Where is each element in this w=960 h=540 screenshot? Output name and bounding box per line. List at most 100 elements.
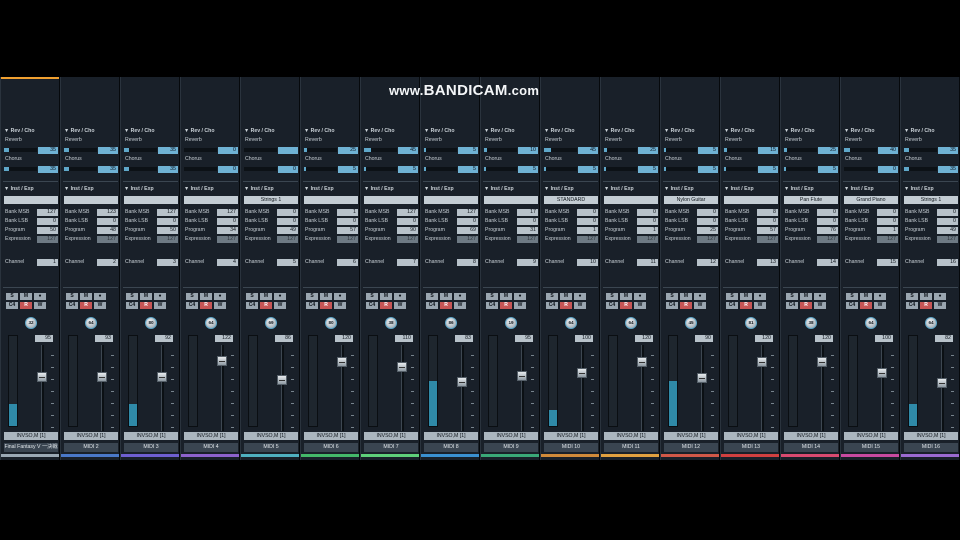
record-enable-button[interactable]: ● [514, 293, 526, 300]
program-value[interactable]: 90 [397, 227, 418, 234]
write-button[interactable]: W [874, 302, 886, 309]
reverb-slider[interactable] [244, 148, 277, 152]
solo-button[interactable]: S [786, 293, 798, 300]
volume-value[interactable]: 95 [35, 335, 53, 342]
program-value[interactable]: 48 [97, 227, 118, 234]
program-value[interactable]: 69 [457, 227, 478, 234]
inst-exp-header[interactable]: ▼ Inst / Exp [124, 186, 154, 193]
chorus-value[interactable]: 0 [278, 166, 298, 173]
channel-value[interactable]: 9 [517, 259, 538, 266]
rev-cho-header[interactable]: ▼ Rev / Cho [64, 128, 95, 135]
rev-cho-header[interactable]: ▼ Rev / Cho [364, 128, 395, 135]
volume-fader[interactable] [877, 367, 887, 378]
expression-value[interactable]: 127 [637, 236, 658, 243]
rev-cho-header[interactable]: ▼ Rev / Cho [724, 128, 755, 135]
mute-button[interactable]: M [920, 293, 932, 300]
fader-track[interactable] [941, 345, 944, 431]
write-button[interactable]: W [574, 302, 586, 309]
fader-track[interactable] [161, 345, 164, 431]
mute-button[interactable]: M [20, 293, 32, 300]
volume-value[interactable]: 100 [875, 335, 893, 342]
volume-value[interactable]: 120 [635, 335, 653, 342]
write-button[interactable]: W [334, 302, 346, 309]
inst-exp-header[interactable]: ▼ Inst / Exp [244, 186, 274, 193]
reverb-slider[interactable] [904, 148, 937, 152]
output-routing[interactable]: INVSO,M [1] [364, 432, 418, 440]
solo-button[interactable]: S [486, 293, 498, 300]
pan-knob[interactable]: 64 [865, 317, 877, 329]
inst-exp-header[interactable]: ▼ Inst / Exp [844, 186, 874, 193]
solo-button[interactable]: S [906, 293, 918, 300]
volume-fader[interactable] [757, 357, 767, 368]
track-name[interactable]: MIDI 2 [64, 443, 118, 452]
track-name[interactable]: MIDI 8 [424, 443, 478, 452]
output-routing[interactable]: INVSO,M [1] [844, 432, 898, 440]
write-button[interactable]: W [94, 302, 106, 309]
volume-fader[interactable] [577, 367, 587, 378]
mute-button[interactable]: M [740, 293, 752, 300]
output-routing[interactable]: INVSO,M [1] [304, 432, 358, 440]
bank-msb-value[interactable]: 127 [457, 209, 478, 216]
instrument-select[interactable]: Nylon Guitar [664, 196, 718, 204]
reverb-slider[interactable] [724, 148, 757, 152]
instrument-select[interactable] [64, 196, 118, 204]
inst-exp-header[interactable]: ▼ Inst / Exp [424, 186, 454, 193]
bank-msb-value[interactable]: 0 [277, 209, 298, 216]
reverb-slider[interactable] [4, 148, 37, 152]
instrument-select[interactable]: STANDARD [544, 196, 598, 204]
channel-value[interactable]: 4 [217, 259, 238, 266]
reverb-value[interactable]: 15 [758, 147, 778, 154]
track-name[interactable]: MIDI 13 [724, 443, 778, 452]
chorus-value[interactable]: 5 [458, 166, 478, 173]
rev-cho-header[interactable]: ▼ Rev / Cho [784, 128, 815, 135]
chorus-value[interactable]: 35 [38, 166, 58, 173]
track-name[interactable]: MIDI 16 [904, 443, 958, 452]
chorus-slider[interactable] [484, 167, 517, 171]
volume-value[interactable]: 83 [455, 335, 473, 342]
inst-exp-header[interactable]: ▼ Inst / Exp [484, 186, 514, 193]
program-value[interactable]: 1 [637, 227, 658, 234]
instrument-select[interactable] [724, 196, 778, 204]
volume-value[interactable]: 95 [515, 335, 533, 342]
chorus-value[interactable]: 5 [578, 166, 598, 173]
fader-track[interactable] [881, 345, 884, 431]
rev-cho-header[interactable]: ▼ Rev / Cho [844, 128, 875, 135]
expression-value[interactable]: 127 [337, 236, 358, 243]
rev-cho-header[interactable]: ▼ Rev / Cho [304, 128, 335, 135]
monitor-button[interactable]: C4 [426, 302, 438, 309]
inst-exp-header[interactable]: ▼ Inst / Exp [784, 186, 814, 193]
volume-fader[interactable] [397, 361, 407, 372]
mute-button[interactable]: M [500, 293, 512, 300]
bank-lsb-value[interactable]: 0 [217, 218, 238, 225]
program-value[interactable]: 25 [697, 227, 718, 234]
record-enable-button[interactable]: ● [394, 293, 406, 300]
read-button[interactable]: R [860, 302, 872, 309]
volume-value[interactable]: 93 [95, 335, 113, 342]
program-value[interactable]: 49 [937, 227, 958, 234]
expression-value[interactable]: 127 [577, 236, 598, 243]
write-button[interactable]: W [34, 302, 46, 309]
chorus-value[interactable]: 35 [158, 166, 178, 173]
bank-msb-value[interactable]: 8 [757, 209, 778, 216]
bank-lsb-value[interactable]: 0 [937, 218, 958, 225]
bank-msb-value[interactable]: 0 [637, 209, 658, 216]
rev-cho-header[interactable]: ▼ Rev / Cho [484, 128, 515, 135]
volume-fader[interactable] [697, 373, 707, 384]
bank-lsb-value[interactable]: 0 [157, 218, 178, 225]
reverb-value[interactable]: 35 [98, 147, 118, 154]
rev-cho-header[interactable]: ▼ Rev / Cho [4, 128, 35, 135]
record-enable-button[interactable]: ● [454, 293, 466, 300]
instrument-select[interactable] [424, 196, 478, 204]
volume-value[interactable]: 82 [935, 335, 953, 342]
volume-value[interactable]: 120 [335, 335, 353, 342]
record-enable-button[interactable]: ● [694, 293, 706, 300]
chorus-slider[interactable] [784, 167, 817, 171]
pan-knob[interactable]: 38 [805, 317, 817, 329]
mute-button[interactable]: M [260, 293, 272, 300]
volume-fader[interactable] [457, 376, 467, 387]
track-name[interactable]: MIDI 4 [184, 443, 238, 452]
channel-value[interactable]: 8 [457, 259, 478, 266]
fader-track[interactable] [401, 345, 404, 431]
mute-button[interactable]: M [80, 293, 92, 300]
write-button[interactable]: W [634, 302, 646, 309]
